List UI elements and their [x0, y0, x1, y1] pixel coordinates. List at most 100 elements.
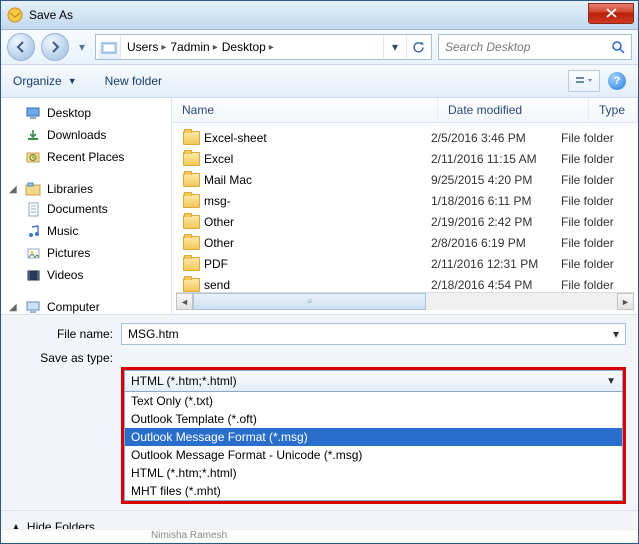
history-dropdown[interactable]: ▾: [75, 40, 89, 54]
collapse-icon: ◢: [9, 302, 19, 313]
file-name: Other: [200, 215, 431, 229]
folder-icon: [182, 172, 200, 188]
library-item[interactable]: Documents: [1, 198, 171, 220]
file-row[interactable]: msg-1/18/2016 6:11 PMFile folder: [172, 190, 638, 211]
saveastype-combobox[interactable]: HTML (*.htm;*.html) ▼: [124, 370, 623, 392]
folder-icon: [98, 35, 121, 59]
saveastype-option[interactable]: HTML (*.htm;*.html): [125, 464, 622, 482]
folder-icon: [182, 256, 200, 272]
library-item[interactable]: Music: [1, 220, 171, 242]
column-name[interactable]: Name: [172, 98, 438, 122]
horizontal-scrollbar[interactable]: ◄ ≡ ►: [176, 292, 634, 310]
folder-icon: [182, 193, 200, 209]
titlebar: Save As: [1, 1, 638, 30]
file-row[interactable]: Other2/19/2016 2:42 PMFile folder: [172, 211, 638, 232]
scroll-left-icon[interactable]: ◄: [176, 293, 193, 310]
saveastype-option[interactable]: Outlook Message Format (*.msg): [125, 428, 622, 446]
chevron-right-icon: ▸: [213, 42, 218, 53]
column-headers[interactable]: Name Date modified Type: [172, 98, 638, 123]
computer-icon: [25, 300, 41, 314]
saveastype-option[interactable]: MHT files (*.mht): [125, 482, 622, 500]
file-type: File folder: [561, 215, 638, 229]
breadcrumb-segment[interactable]: Desktop▸: [220, 35, 276, 59]
libraries-label: Libraries: [47, 182, 93, 196]
file-name: msg-: [200, 194, 431, 208]
library-item[interactable]: Videos: [1, 264, 171, 286]
breadcrumb-segment[interactable]: 7admin▸: [168, 35, 219, 59]
file-date: 9/25/2015 4:20 PM: [431, 173, 561, 187]
saveastype-highlight: HTML (*.htm;*.html) ▼ Text Only (*.txt)O…: [121, 367, 626, 504]
tree-item-label: Desktop: [47, 106, 91, 120]
saveastype-option[interactable]: Text Only (*.txt): [125, 392, 622, 410]
address-bar[interactable]: Users▸7admin▸Desktop▸ ▾: [95, 34, 432, 60]
file-row[interactable]: PDF2/11/2016 12:31 PMFile folder: [172, 253, 638, 274]
libraries-icon: [25, 182, 41, 196]
file-name: Excel: [200, 152, 431, 166]
obscured-row: Nimisha Ramesh: [1, 529, 638, 542]
libraries-group[interactable]: ◢ Libraries: [1, 178, 171, 198]
filename-input[interactable]: MSG.htm ▾: [121, 323, 626, 345]
file-row[interactable]: Excel2/11/2016 11:15 AMFile folder: [172, 148, 638, 169]
save-form: File name: MSG.htm ▾ Save as type: HTML …: [1, 314, 638, 510]
download-icon: [25, 127, 41, 143]
forward-button[interactable]: [41, 33, 69, 61]
tree-item-label: Videos: [47, 268, 83, 282]
tree-item-label: Pictures: [47, 246, 90, 260]
file-row[interactable]: send2/18/2016 4:54 PMFile folder: [172, 274, 638, 292]
column-type[interactable]: Type: [589, 98, 638, 122]
file-date: 2/11/2016 12:31 PM: [431, 257, 561, 271]
view-options-button[interactable]: [568, 70, 600, 92]
folder-icon: [182, 151, 200, 167]
column-date[interactable]: Date modified: [438, 98, 589, 122]
scroll-thumb[interactable]: ≡: [193, 293, 426, 310]
file-row[interactable]: Mail Mac9/25/2015 4:20 PMFile folder: [172, 169, 638, 190]
file-list-pane: Name Date modified Type Excel-sheet2/5/2…: [172, 98, 638, 314]
saveastype-option[interactable]: Outlook Template (*.oft): [125, 410, 622, 428]
tree-item-label: Recent Places: [47, 150, 124, 164]
file-row[interactable]: Excel-sheet2/5/2016 3:46 PMFile folder: [172, 127, 638, 148]
search-input[interactable]: Search Desktop: [438, 34, 632, 60]
new-folder-button[interactable]: New folder: [105, 74, 162, 88]
search-placeholder: Search Desktop: [445, 40, 530, 54]
folder-icon: [182, 130, 200, 146]
back-button[interactable]: [7, 33, 35, 61]
saveastype-option[interactable]: Outlook Message Format - Unicode (*.msg): [125, 446, 622, 464]
close-button[interactable]: [588, 3, 634, 24]
favorites-item[interactable]: Recent Places: [1, 146, 171, 168]
address-dropdown[interactable]: ▾: [383, 36, 406, 58]
organize-menu[interactable]: Organize▼: [13, 74, 77, 88]
file-name: Mail Mac: [200, 173, 431, 187]
chevron-down-icon[interactable]: ▾: [601, 327, 619, 341]
computer-group[interactable]: ◢ Computer: [1, 296, 171, 314]
navigation-pane[interactable]: Desktop Downloads Recent Places ◢ Librarie…: [1, 98, 172, 314]
collapse-icon: ◢: [9, 184, 19, 195]
file-row[interactable]: Other2/8/2016 6:19 PMFile folder: [172, 232, 638, 253]
saveastype-dropdown-list[interactable]: Text Only (*.txt)Outlook Template (*.oft…: [124, 392, 623, 501]
file-type: File folder: [561, 278, 638, 292]
file-type: File folder: [561, 257, 638, 271]
file-name: Excel-sheet: [200, 131, 431, 145]
desktop-icon: [25, 105, 41, 121]
favorites-item[interactable]: Downloads: [1, 124, 171, 146]
navigation-bar: ▾ Users▸7admin▸Desktop▸ ▾ Search Desktop: [1, 30, 638, 65]
chevron-right-icon: ▸: [161, 42, 166, 53]
library-item[interactable]: Pictures: [1, 242, 171, 264]
file-type: File folder: [561, 173, 638, 187]
file-date: 2/18/2016 4:54 PM: [431, 278, 561, 292]
file-date: 1/18/2016 6:11 PM: [431, 194, 561, 208]
file-name: PDF: [200, 257, 431, 271]
refresh-button[interactable]: [406, 36, 429, 58]
computer-label: Computer: [47, 300, 100, 314]
help-button[interactable]: ?: [608, 72, 626, 90]
favorites-item[interactable]: Desktop: [1, 102, 171, 124]
file-rows[interactable]: Excel-sheet2/5/2016 3:46 PMFile folderEx…: [172, 123, 638, 292]
breadcrumb-segment[interactable]: Users▸: [125, 35, 168, 59]
chevron-down-icon[interactable]: ▼: [606, 376, 616, 387]
recent-icon: [25, 149, 41, 165]
saveastype-label: Save as type:: [13, 351, 121, 365]
file-date: 2/19/2016 2:42 PM: [431, 215, 561, 229]
command-bar: Organize▼ New folder ?: [1, 65, 638, 98]
scroll-right-icon[interactable]: ►: [617, 293, 634, 310]
file-name: send: [200, 278, 431, 292]
chevron-right-icon: ▸: [269, 42, 274, 53]
